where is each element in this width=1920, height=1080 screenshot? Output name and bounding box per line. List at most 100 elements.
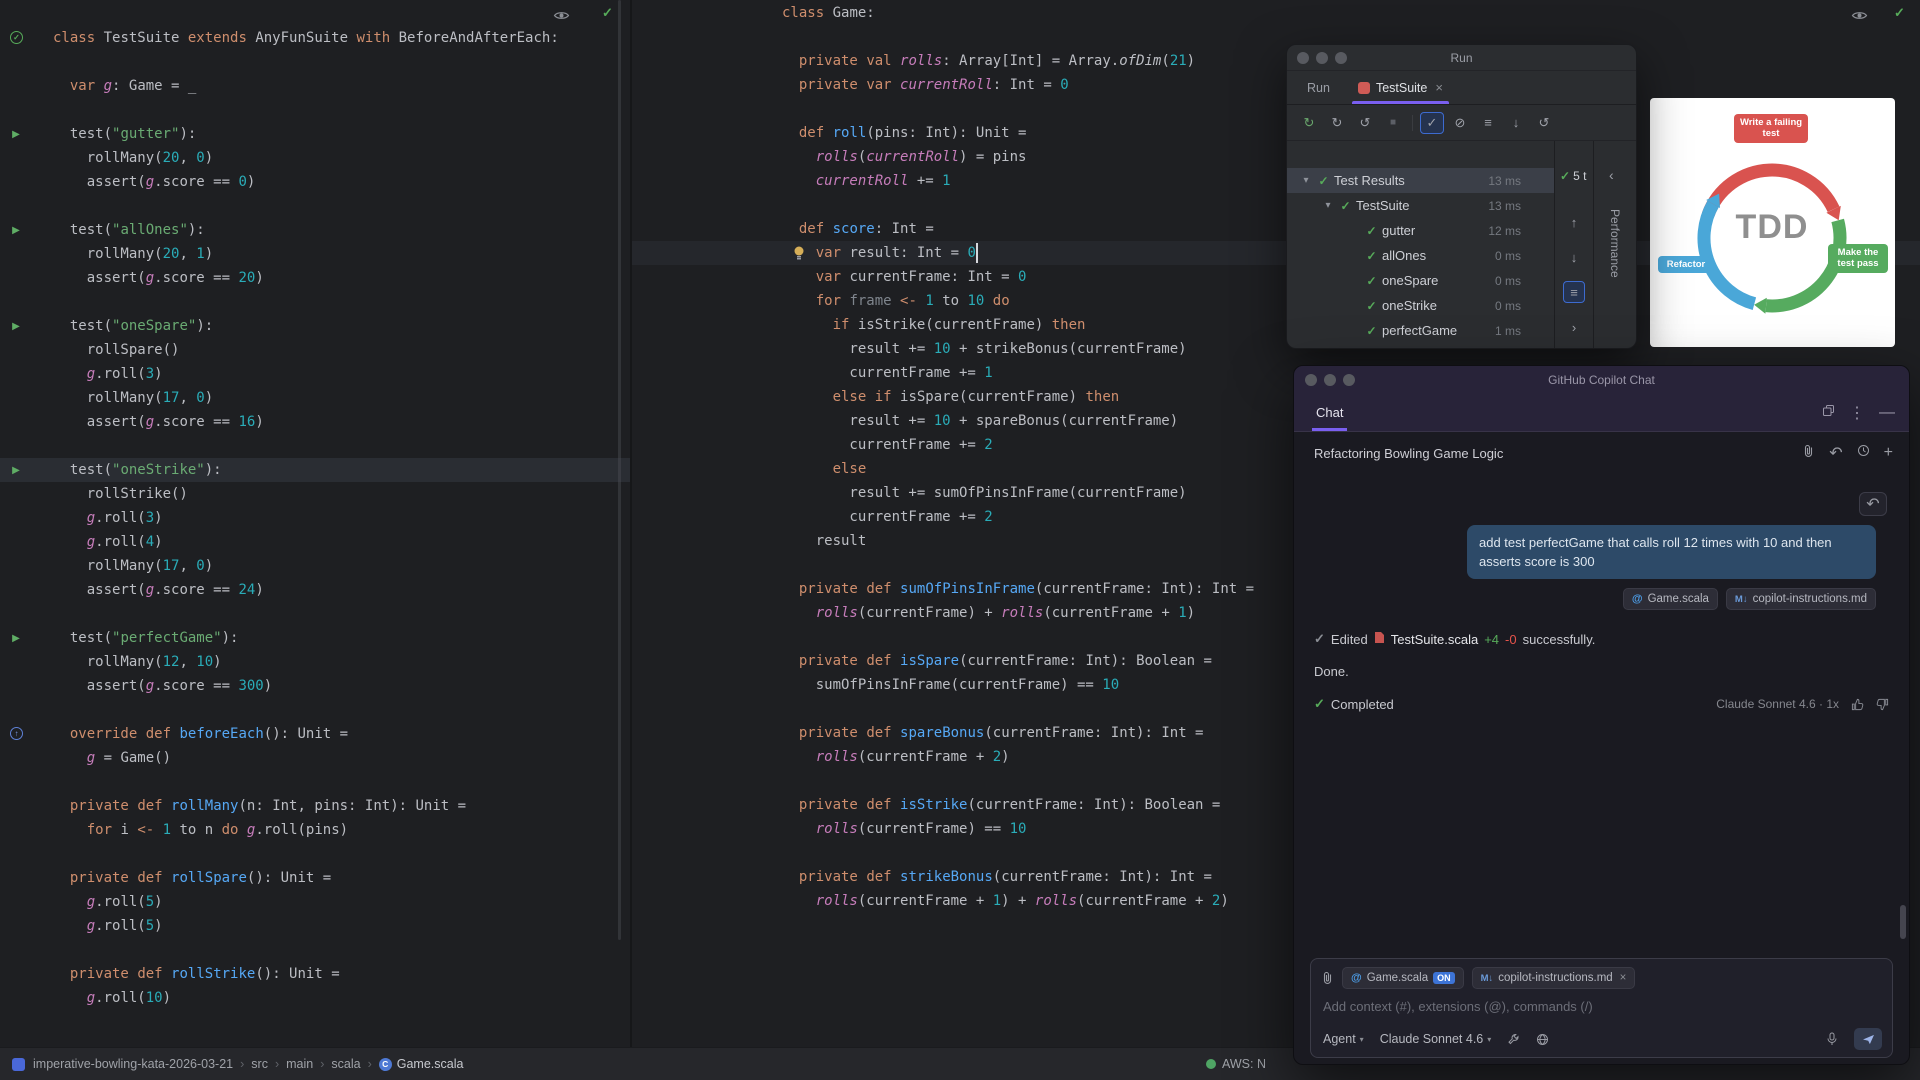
- code-line[interactable]: rollMany(17, 0): [0, 386, 630, 410]
- run-window-titlebar[interactable]: Run: [1287, 45, 1636, 71]
- mic-icon[interactable]: [1826, 1032, 1838, 1046]
- test-tree-row[interactable]: ✓gutter12 ms: [1287, 218, 1554, 243]
- editor-scrollbar[interactable]: [618, 0, 621, 940]
- open-in-editor-icon[interactable]: [1822, 404, 1835, 422]
- code-line[interactable]: [0, 842, 630, 866]
- send-button[interactable]: [1854, 1028, 1882, 1050]
- close-tab-icon[interactable]: ×: [1435, 80, 1443, 95]
- code-line[interactable]: override def beforeEach(): Unit =: [0, 722, 630, 746]
- code-line[interactable]: assert(g.score == 0): [0, 170, 630, 194]
- test-tree-row[interactable]: ✓oneSpare0 ms: [1287, 268, 1554, 293]
- chat-input-placeholder[interactable]: Add context (#), extensions (@), command…: [1323, 999, 1593, 1014]
- run-test-icon[interactable]: ▶: [8, 125, 24, 143]
- attach-icon[interactable]: [1802, 444, 1815, 463]
- code-line[interactable]: class TestSuite extends AnyFunSuite with…: [0, 26, 630, 50]
- code-line[interactable]: private def rollStrike(): Unit =: [0, 962, 630, 986]
- show-passed-icon[interactable]: ✓: [1420, 112, 1444, 134]
- reader-mode-eye-icon[interactable]: [553, 8, 570, 26]
- tab-performance[interactable]: Performance: [1608, 209, 1622, 278]
- rerun-failed-icon[interactable]: ↻: [1325, 112, 1349, 134]
- test-tree-row[interactable]: ▾✓TestSuite13 ms: [1287, 193, 1554, 218]
- stop-icon[interactable]: ■: [1381, 112, 1405, 134]
- history-icon[interactable]: [1857, 444, 1870, 462]
- editor-split-divider[interactable]: [630, 0, 632, 1047]
- code-line[interactable]: g.roll(5): [0, 890, 630, 914]
- intention-lightbulb-icon[interactable]: [792, 245, 806, 266]
- copilot-titlebar[interactable]: GitHub Copilot Chat: [1294, 366, 1909, 394]
- test-passed-gutter-icon[interactable]: ✓: [10, 31, 23, 44]
- show-ignored-icon[interactable]: ⊘: [1448, 112, 1472, 134]
- code-line[interactable]: rollMany(20, 1): [0, 242, 630, 266]
- context-chip[interactable]: M↓copilot-instructions.md×: [1472, 967, 1636, 989]
- code-line[interactable]: [0, 602, 630, 626]
- test-tree-row[interactable]: ✓allOnes0 ms: [1287, 243, 1554, 268]
- tab-testsuite[interactable]: TestSuite ×: [1344, 71, 1457, 104]
- scrollbar-thumb[interactable]: [1900, 905, 1906, 939]
- code-line[interactable]: test("perfectGame"):: [0, 626, 630, 650]
- minimize-button[interactable]: [1316, 52, 1328, 64]
- code-line[interactable]: private def rollSpare(): Unit =: [0, 866, 630, 890]
- mode-selector[interactable]: Agent▾: [1323, 1032, 1364, 1046]
- code-area-testsuite[interactable]: class TestSuite extends AnyFunSuite with…: [0, 26, 630, 1010]
- zoom-button[interactable]: [1335, 52, 1347, 64]
- thumbs-up-icon[interactable]: [1851, 698, 1864, 711]
- run-test-icon[interactable]: ▶: [8, 317, 24, 335]
- zoom-button[interactable]: [1343, 374, 1355, 386]
- breadcrumb-item[interactable]: src: [251, 1057, 268, 1071]
- navigate-down-icon[interactable]: ↓: [1563, 246, 1585, 268]
- tools-icon[interactable]: [1507, 1033, 1520, 1046]
- code-line[interactable]: [0, 938, 630, 962]
- code-line[interactable]: test("allOnes"):: [0, 218, 630, 242]
- run-test-icon[interactable]: ▶: [8, 221, 24, 239]
- reader-mode-eye-icon[interactable]: [1851, 8, 1868, 26]
- filter-icon[interactable]: ≡: [1563, 281, 1585, 303]
- aws-status-label[interactable]: AWS: N: [1222, 1057, 1266, 1071]
- run-test-icon[interactable]: ▶: [8, 461, 24, 479]
- code-line[interactable]: [0, 50, 630, 74]
- sort-icon[interactable]: ≡: [1476, 112, 1500, 134]
- code-line[interactable]: var g: Game = _: [0, 74, 630, 98]
- test-tree-row[interactable]: ✓oneStrike0 ms: [1287, 293, 1554, 318]
- code-line[interactable]: rollMany(20, 0): [0, 146, 630, 170]
- code-line[interactable]: g.roll(3): [0, 506, 630, 530]
- code-line[interactable]: for i <- 1 to n do g.roll(pins): [0, 818, 630, 842]
- code-line[interactable]: g.roll(4): [0, 530, 630, 554]
- new-chat-icon[interactable]: +: [1884, 444, 1893, 462]
- globe-icon[interactable]: [1536, 1033, 1549, 1046]
- code-line[interactable]: test("oneStrike"):: [0, 458, 630, 482]
- code-line[interactable]: rollSpare(): [0, 338, 630, 362]
- code-line[interactable]: [0, 194, 630, 218]
- code-line[interactable]: rollStrike(): [0, 482, 630, 506]
- code-line[interactable]: [632, 25, 1920, 49]
- tab-run[interactable]: Run: [1293, 71, 1344, 104]
- thumbs-down-icon[interactable]: [1876, 698, 1889, 711]
- navigate-up-icon[interactable]: ↑: [1563, 211, 1585, 233]
- code-line[interactable]: g.roll(10): [0, 986, 630, 1010]
- code-line[interactable]: assert(g.score == 20): [0, 266, 630, 290]
- test-tree-row[interactable]: ▾✓Test Results13 ms: [1287, 168, 1554, 193]
- code-line[interactable]: g = Game(): [0, 746, 630, 770]
- context-chip[interactable]: @Game.scalaON: [1342, 967, 1464, 989]
- code-line[interactable]: assert(g.score == 16): [0, 410, 630, 434]
- code-line[interactable]: test("gutter"):: [0, 122, 630, 146]
- collapse-panel-icon[interactable]: ‹: [1609, 167, 1614, 183]
- code-line[interactable]: [0, 98, 630, 122]
- code-line[interactable]: class Game:: [632, 1, 1920, 25]
- close-button[interactable]: [1297, 52, 1309, 64]
- close-button[interactable]: [1305, 374, 1317, 386]
- code-line[interactable]: assert(g.score == 24): [0, 578, 630, 602]
- context-chip[interactable]: M↓copilot-instructions.md: [1726, 588, 1876, 610]
- code-line[interactable]: assert(g.score == 300): [0, 674, 630, 698]
- minimize-button[interactable]: [1324, 374, 1336, 386]
- kebab-icon[interactable]: ⋮: [1849, 403, 1865, 423]
- code-line[interactable]: private var currentRoll: Int = 0: [632, 73, 1920, 97]
- chevron-down-icon[interactable]: ▾: [1297, 175, 1315, 186]
- undo-icon[interactable]: ↶: [1829, 443, 1842, 463]
- edited-file-name[interactable]: TestSuite.scala: [1391, 632, 1478, 647]
- chat-input-box[interactable]: @Game.scalaONM↓copilot-instructions.md× …: [1310, 958, 1893, 1058]
- undo-edit-button[interactable]: ↶: [1859, 492, 1887, 516]
- breadcrumb-item[interactable]: imperative-bowling-kata-2026-03-21: [33, 1057, 233, 1071]
- test-tree-row[interactable]: ✓perfectGame1 ms: [1287, 318, 1554, 343]
- history-icon[interactable]: ↺: [1532, 112, 1556, 134]
- overridden-method-icon[interactable]: ↑: [10, 727, 23, 740]
